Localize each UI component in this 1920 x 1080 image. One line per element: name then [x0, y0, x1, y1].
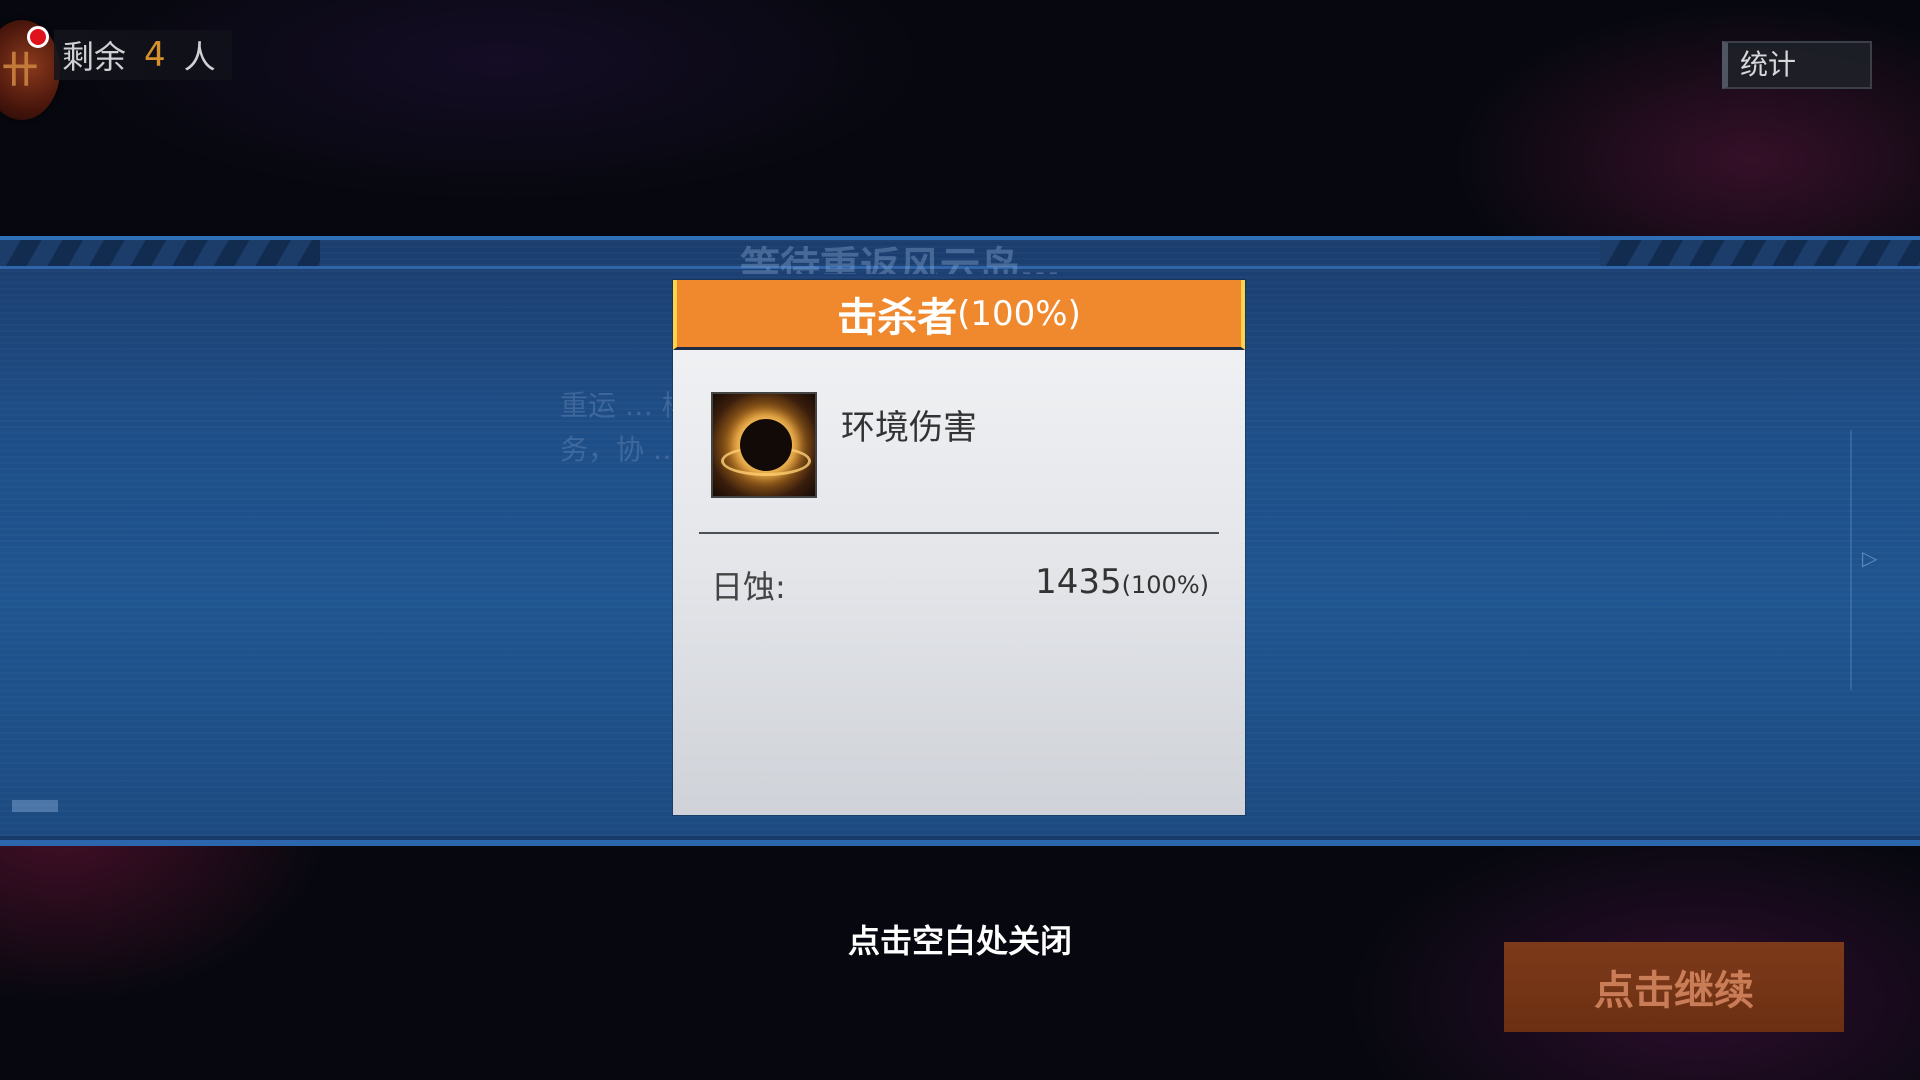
- eclipse-core: [740, 419, 792, 471]
- modal-divider: [699, 532, 1219, 534]
- remaining-count: 4: [144, 35, 166, 75]
- notification-dot-icon: [27, 26, 49, 48]
- skill-damage-row: 1435(100%): [1035, 562, 1209, 602]
- emblem-glyph-icon: 卄: [2, 50, 39, 91]
- continue-button[interactable]: 点击继续: [1504, 942, 1844, 1032]
- left-indicator-bar: [12, 800, 58, 812]
- killer-name: 环境伤害: [841, 408, 977, 448]
- modal-title-percent: (100%): [957, 293, 1081, 334]
- skill-label: 日蚀:: [711, 568, 786, 606]
- killer-modal: 击杀者 (100%) 环境伤害 日蚀: 1435(100%): [673, 280, 1245, 815]
- remaining-count-box: 剩余 4 人: [54, 30, 232, 80]
- skill-damage-percent: (100%): [1121, 571, 1209, 599]
- modal-title: 击杀者: [837, 294, 958, 341]
- waiting-title: 等待重返风云岛…: [740, 244, 1060, 274]
- next-arrow-icon[interactable]: ▷: [1862, 546, 1877, 570]
- modal-header: 击杀者 (100%): [673, 280, 1245, 350]
- band-stripes-left: [0, 240, 320, 266]
- stats-button[interactable]: 统计: [1722, 41, 1872, 89]
- skill-damage: 1435: [1035, 562, 1122, 602]
- close-hint[interactable]: 点击空白处关闭: [760, 916, 1160, 962]
- eclipse-icon: [711, 392, 817, 498]
- remaining-suffix: 人: [183, 38, 216, 76]
- band-stripes-right: [1600, 240, 1920, 266]
- remaining-prefix: 剩余: [62, 38, 127, 76]
